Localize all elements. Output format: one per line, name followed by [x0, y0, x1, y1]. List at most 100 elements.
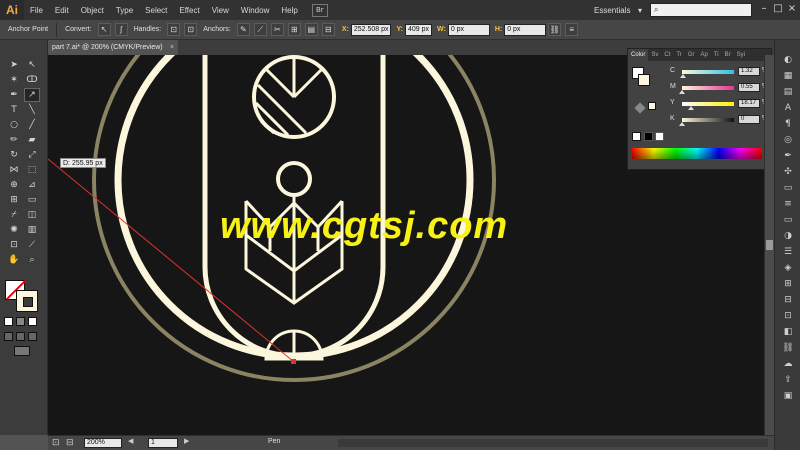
eraser-tool-icon[interactable]: ▰	[24, 133, 40, 147]
cyan-value-field[interactable]: 1.32	[738, 67, 760, 76]
tab-swatches[interactable]: Sv	[648, 52, 661, 58]
fill-stroke-swatches[interactable]	[5, 280, 41, 312]
pencil-tool-icon[interactable]: ✏	[6, 133, 22, 147]
zoom-level-field[interactable]: 200%	[84, 438, 122, 448]
doc-info-icon[interactable]: ⊟	[66, 437, 74, 448]
horizontal-scrollbar[interactable]	[338, 439, 768, 447]
x-field[interactable]: 252.508 px	[350, 23, 392, 36]
connect-anchor-icon[interactable]: ⟋	[253, 23, 267, 36]
line-tool-icon[interactable]: ╲	[24, 103, 40, 117]
pathfinder-icon[interactable]: ◧	[775, 324, 800, 340]
help-search-input[interactable]: ⌕	[650, 3, 752, 17]
cyan-slider[interactable]	[682, 70, 734, 74]
prev-artboard-icon[interactable]: ◀	[128, 437, 133, 445]
character-icon[interactable]: A	[775, 100, 800, 116]
color-guide-icon[interactable]: ▦	[775, 68, 800, 84]
links-icon[interactable]: ⛓	[775, 340, 800, 356]
workspace-switcher[interactable]: Essentials ▾	[594, 3, 642, 17]
stroke-swatch[interactable]	[16, 290, 38, 312]
libraries-icon[interactable]: ☁	[775, 356, 800, 372]
hide-handles-icon[interactable]: ⊡	[184, 23, 198, 36]
asset-export-icon[interactable]: ⇪	[775, 372, 800, 388]
menu-effect[interactable]: Effect	[173, 6, 205, 15]
menu-window[interactable]: Window	[235, 6, 275, 15]
blend-tool-icon[interactable]: ◫	[24, 208, 40, 222]
tab-symbols[interactable]: Syi	[734, 52, 748, 58]
width-tool-icon[interactable]: ⋈	[6, 163, 22, 177]
tab-appearance[interactable]: Ap	[697, 52, 710, 58]
magenta-value-field[interactable]: 0.55	[738, 83, 760, 92]
vertical-scroll-thumb[interactable]	[766, 240, 773, 250]
yellow-slider-knob[interactable]	[688, 106, 695, 110]
align-icon[interactable]: ▤	[304, 23, 318, 36]
white-swatch[interactable]	[655, 132, 664, 141]
opentype-icon[interactable]: ◎	[775, 132, 800, 148]
artboard-number-field[interactable]: 1	[148, 438, 178, 448]
show-handles-icon[interactable]: ⊡	[167, 23, 181, 36]
draw-behind-icon[interactable]	[16, 332, 25, 341]
color-panel-icon[interactable]: ◐	[775, 52, 800, 68]
panel-stroke-swatch[interactable]	[638, 74, 650, 86]
swatches-icon[interactable]: ▤	[775, 84, 800, 100]
none-mode-icon[interactable]	[28, 317, 37, 326]
gradient-mode-icon[interactable]	[16, 317, 25, 326]
black-swatch[interactable]	[644, 132, 653, 141]
next-artboard-icon[interactable]: ▶	[184, 437, 189, 445]
artboards-icon[interactable]: ⊞	[775, 276, 800, 292]
menu-file[interactable]: File	[24, 6, 49, 15]
paintbrush-tool-icon[interactable]: ╱	[24, 118, 40, 132]
out-of-gamut-icon[interactable]	[634, 102, 646, 114]
tab-gradient[interactable]: Gr	[685, 52, 698, 58]
shape-builder-tool-icon[interactable]: ⊕	[6, 178, 22, 192]
black-slider[interactable]	[682, 118, 734, 122]
eyedropper-tool-icon[interactable]: ⌿	[6, 208, 22, 222]
free-transform-tool-icon[interactable]: ⬚	[24, 163, 40, 177]
close-button[interactable]: ×	[786, 3, 798, 16]
brushes-icon[interactable]: ✒	[775, 148, 800, 164]
paragraph-icon[interactable]: ¶	[775, 116, 800, 132]
direct-selection-tool-icon[interactable]: ↖	[24, 58, 40, 72]
draw-normal-icon[interactable]	[4, 332, 13, 341]
artboard-tool-icon[interactable]: ⊡	[6, 238, 22, 252]
scale-tool-icon[interactable]: ⤢	[24, 148, 40, 162]
color-spectrum[interactable]	[632, 148, 762, 159]
h-field[interactable]: 0 px	[504, 23, 547, 36]
perspective-grid-tool-icon[interactable]: ⊿	[24, 178, 40, 192]
tab-color-guide[interactable]: Ct	[661, 52, 673, 58]
cut-path-icon[interactable]: ✂	[270, 23, 284, 36]
document-tab[interactable]: part 7.ai* @ 200% (CMYK/Preview) ×	[48, 40, 178, 55]
isolate-icon[interactable]: ⊞	[287, 23, 301, 36]
y-field[interactable]: 409 px	[404, 23, 432, 36]
constrain-link-icon[interactable]: ⛓	[548, 23, 562, 36]
cyan-slider-knob[interactable]	[679, 74, 686, 78]
hand-tool-icon[interactable]: ✋	[6, 253, 22, 267]
slice-tool-icon[interactable]: ⟋	[24, 238, 40, 252]
lasso-tool-icon[interactable]: ↀ	[24, 73, 40, 87]
in-gamut-swatch[interactable]	[648, 102, 656, 110]
menu-select[interactable]: Select	[139, 6, 173, 15]
bridge-button[interactable]: Br	[311, 3, 328, 17]
none-swatch[interactable]	[632, 132, 641, 141]
navigator-icon[interactable]: ⊡	[52, 437, 60, 448]
panel-menu-icon[interactable]: ≡	[565, 23, 579, 36]
tab-transform[interactable]: Ti	[711, 52, 722, 58]
restore-button[interactable]: □	[772, 3, 784, 16]
convert-corner-icon[interactable]: ↖	[97, 23, 111, 36]
vertical-scrollbar[interactable]	[764, 55, 774, 435]
transform-icon[interactable]: ⊟	[321, 23, 335, 36]
yellow-value-field[interactable]: 18.17	[738, 99, 760, 108]
column-graph-tool-icon[interactable]: ▥	[24, 223, 40, 237]
menu-type[interactable]: Type	[110, 6, 139, 15]
close-icon[interactable]: ×	[170, 40, 174, 55]
magic-wand-tool-icon[interactable]: ✶	[6, 73, 22, 87]
selection-tool-icon[interactable]: ➤	[6, 58, 22, 72]
appearance-icon[interactable]: ☰	[775, 244, 800, 260]
transform-icon[interactable]: ⊡	[775, 308, 800, 324]
black-value-field[interactable]: 0	[738, 115, 760, 124]
symbol-sprayer-tool-icon[interactable]: ✺	[6, 223, 22, 237]
convert-smooth-icon[interactable]: ∫	[114, 23, 128, 36]
menu-view[interactable]: View	[206, 6, 235, 15]
tab-brushes[interactable]: Br	[722, 52, 734, 58]
anchor-point-tool-icon[interactable]: ↗	[24, 88, 40, 102]
graphic-styles-icon[interactable]: ▭	[775, 180, 800, 196]
